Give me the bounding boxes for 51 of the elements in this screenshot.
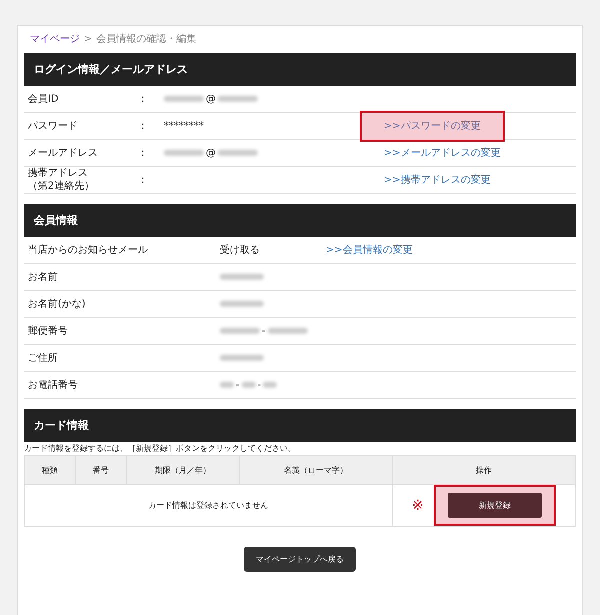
column-header: 操作 [392,456,576,484]
column-header: 名義（ローマ字） [240,456,392,484]
field-value: ******** [164,120,204,132]
section-header: 会員情報 [24,204,576,237]
breadcrumb-link[interactable]: マイページ [30,32,80,46]
redacted-text [268,328,308,334]
field-label: お名前(かな) [27,298,87,311]
reference-mark: ※ [412,498,424,514]
field-label: メールアドレス [27,146,99,160]
redacted-text [164,150,204,156]
column-header: 番号 [76,456,126,484]
field-label: 郵便番号 [27,324,69,338]
field-value: 受け取る [220,244,260,257]
instruction-text: カード情報を登録するには、［新規登録］ボタンをクリックしてください。 [24,443,297,454]
redacted-text [220,328,260,334]
redacted-text [242,382,256,388]
colon: ： [138,147,149,160]
field-value: @ [206,94,216,104]
field-value: - [258,380,262,390]
redacted-text [220,355,264,361]
redacted-text [263,382,278,388]
breadcrumb-current: 会員情報の確認・編集 [96,32,196,46]
change-link[interactable]: >>パスワードの変更 [360,110,505,142]
redacted-text [220,274,264,280]
redacted-text [220,382,234,388]
field-value: - [236,380,240,390]
section-header: ログイン情報／メールアドレス [24,53,576,86]
redacted-text [220,301,264,307]
column-header: 期限（月／年） [126,456,240,484]
redacted-text [218,96,258,102]
change-link[interactable]: >>会員情報の変更 [326,245,413,256]
colon: ： [138,93,149,106]
column-header: 種類 [24,456,76,484]
register-button[interactable]: 新規登録 [448,493,542,518]
breadcrumb-separator: > [84,34,92,44]
field-label: 会員ID [27,92,60,106]
field-label: パスワード [27,120,79,132]
field-label: 携帯アドレス （第2連絡先） [27,167,96,193]
section-header: カード情報 [24,409,576,442]
redacted-text [164,96,204,102]
colon: ： [138,174,149,187]
field-value: @ [206,148,216,158]
back-button[interactable]: マイページトップへ戻る [244,547,356,572]
field-label: ご住所 [27,352,59,365]
field-label: 当店からのお知らせメール [27,244,149,257]
empty-message: カード情報は登録されていません [24,484,392,526]
field-label: お電話番号 [27,378,79,392]
colon: ： [138,120,149,133]
field-label: お名前 [27,271,59,284]
field-value: - [262,326,266,336]
redacted-text [218,150,258,156]
